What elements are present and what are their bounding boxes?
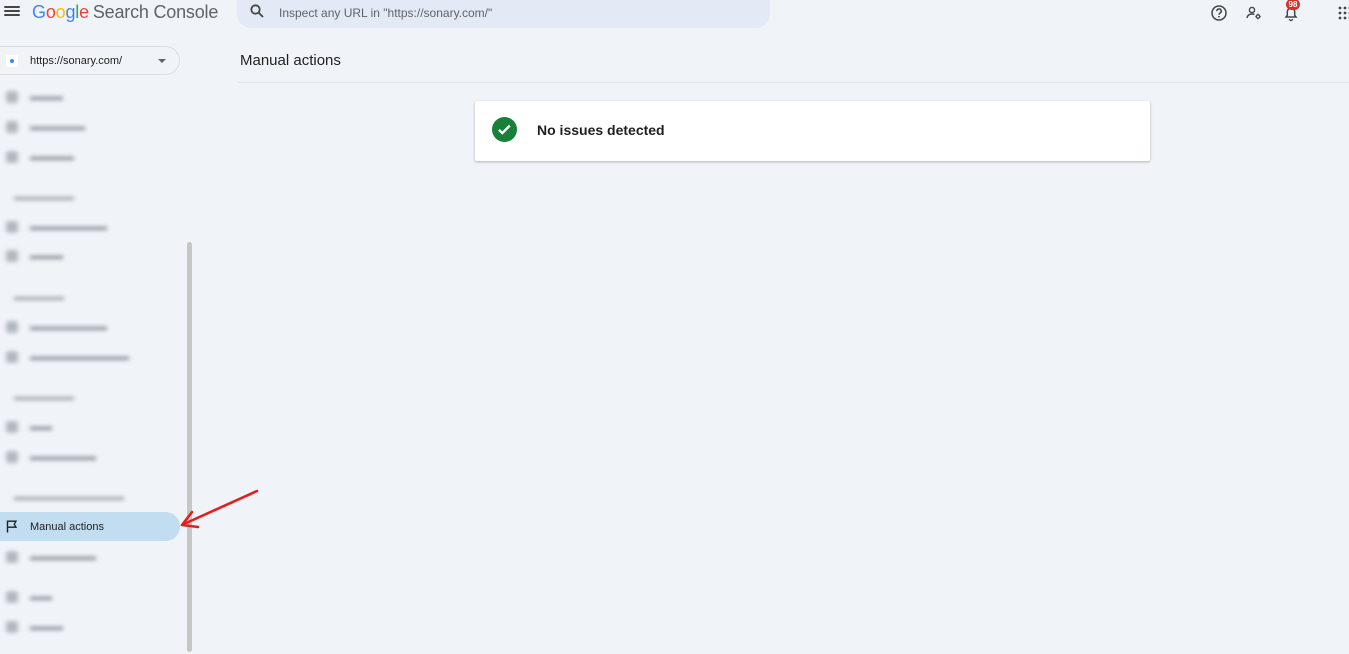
sidebar-item-label: Manual actions — [30, 521, 104, 533]
help-icon[interactable] — [1210, 4, 1228, 22]
chevron-down-icon — [158, 59, 166, 63]
manage-users-icon[interactable] — [1245, 4, 1263, 22]
sidebar-item-manual-actions[interactable]: Manual actions — [0, 512, 180, 541]
logo-letter: e — [79, 2, 89, 22]
red-arrow-annotation-icon — [180, 489, 259, 529]
nav-item-blurred[interactable]: ▬▬▬▬▬▬ — [0, 448, 180, 466]
app-logo[interactable]: Google Search Console — [32, 2, 218, 23]
nav-item-blurred[interactable]: ▬▬▬▬ — [0, 148, 180, 166]
apps-grid-icon[interactable] — [1336, 4, 1349, 22]
nav-item-blurred[interactable]: ▬▬▬ — [0, 618, 180, 636]
sidebar-nav-blurred: ▬▬▬ ▬▬▬▬▬ ▬▬▬▬ ▬▬▬▬▬▬ ▬▬▬▬▬▬▬ ▬▬▬ ▬▬▬▬▬ … — [0, 82, 186, 654]
page-title: Manual actions — [240, 52, 341, 69]
check-circle-icon — [492, 117, 517, 142]
status-message: No issues detected — [537, 122, 665, 138]
search-input[interactable]: Inspect any URL in "https://sonary.com/" — [279, 6, 492, 20]
nav-item-blurred[interactable]: ▬▬▬ — [0, 247, 180, 265]
nav-item-blurred[interactable]: ▬▬▬▬▬▬▬ — [0, 218, 180, 236]
nav-item-blurred[interactable]: ▬▬ — [0, 418, 180, 436]
nav-item-blurred[interactable]: ▬▬ — [0, 588, 180, 606]
nav-item-blurred[interactable]: ▬▬▬▬▬▬▬▬▬ — [0, 348, 180, 366]
logo-letter: o — [55, 2, 66, 22]
status-card: No issues detected — [475, 101, 1150, 161]
property-selector[interactable]: https://sonary.com/ — [0, 46, 180, 75]
logo-letter: g — [65, 2, 76, 22]
sidebar-scrollbar[interactable] — [187, 242, 192, 652]
nav-item-blurred[interactable]: ▬▬▬▬▬ — [0, 118, 180, 136]
menu-icon[interactable] — [4, 4, 20, 20]
logo-letter: o — [45, 2, 56, 22]
nav-section-blurred: ▬▬▬▬▬ — [14, 292, 64, 303]
top-bar: Google Search Console Inspect any URL in … — [0, 0, 1349, 28]
nav-item-blurred[interactable]: ▬▬▬▬▬▬▬ — [0, 318, 180, 336]
property-favicon-icon — [6, 55, 18, 67]
url-inspection-search[interactable]: Inspect any URL in "https://sonary.com/" — [237, 0, 770, 28]
nav-section-blurred: ▬▬▬▬▬▬ — [14, 192, 74, 203]
nav-item-blurred[interactable]: ▬▬▬ — [0, 88, 180, 106]
logo-letter: G — [32, 2, 46, 22]
property-url: https://sonary.com/ — [30, 55, 123, 67]
nav-section-blurred: ▬▬▬▬▬▬▬▬▬▬▬ — [14, 492, 124, 503]
nav-section-blurred: ▬▬▬▬▬▬ — [14, 392, 74, 403]
flag-icon — [6, 520, 18, 533]
nav-item-blurred[interactable]: ▬▬▬▬▬▬ — [0, 548, 180, 566]
logo-product-name: Search Console — [92, 2, 219, 22]
header-divider — [238, 82, 1349, 83]
search-icon — [250, 4, 264, 18]
notification-badge: 98 — [1286, 0, 1300, 10]
